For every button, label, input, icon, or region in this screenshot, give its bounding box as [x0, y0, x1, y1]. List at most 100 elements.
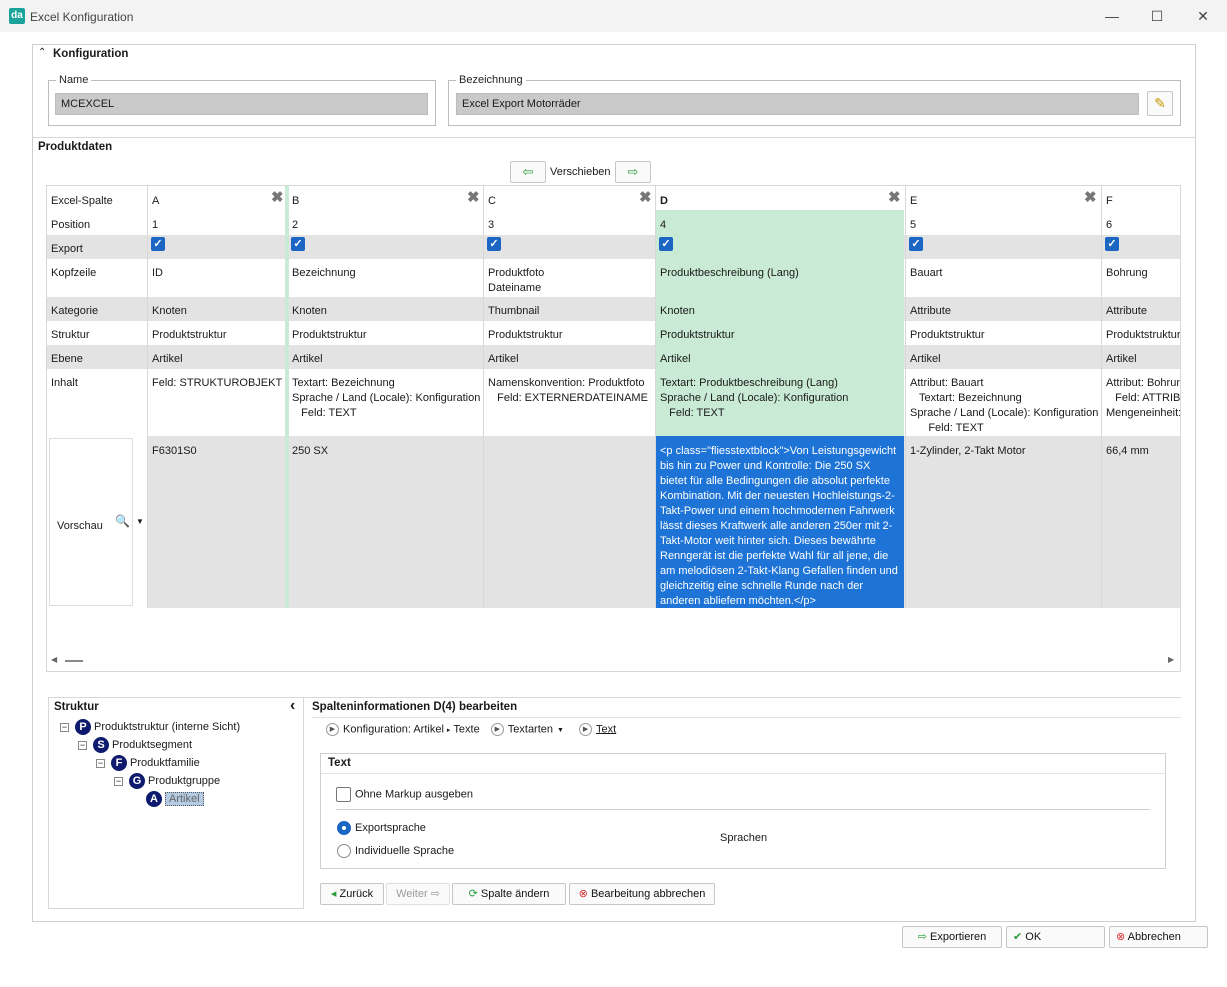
name-field[interactable]: MCEXCEL: [55, 93, 428, 115]
move-right-icon[interactable]: ⇨: [615, 161, 651, 183]
remove-column-icon[interactable]: ✖: [467, 188, 480, 206]
inhalt-cell: Feld: STRUKTUROBJEKT: [152, 377, 283, 389]
kopfzeile-cell: Bezeichnung: [292, 267, 356, 279]
spalte-aendern-button[interactable]: ⟳ Spalte ändern: [452, 883, 566, 905]
row-label-export: Export: [51, 243, 83, 255]
ebene-cell: Artikel: [660, 353, 691, 365]
export-checkbox[interactable]: ✓: [487, 237, 501, 251]
refresh-icon: ⟳: [468, 888, 478, 900]
minimize-button[interactable]: —: [1097, 6, 1127, 26]
column-letter: C: [488, 195, 496, 207]
export-checkbox[interactable]: ✓: [659, 237, 673, 251]
exportieren-button[interactable]: ⇨ Exportieren: [902, 926, 1002, 948]
breadcrumb-arrow-icon[interactable]: ▶: [490, 723, 504, 736]
divider: [336, 809, 1150, 810]
kategorie-cell: Thumbnail: [488, 305, 540, 317]
crumb-texte[interactable]: Texte: [453, 723, 479, 735]
ok-button[interactable]: ✔ OK: [1006, 926, 1105, 948]
name-legend: Name: [59, 74, 89, 86]
export-row-bg: [47, 235, 1180, 259]
kopfzeile-cell: Dateiname: [488, 282, 542, 294]
struktur-cell: Produktstruktur: [488, 329, 563, 341]
crumb-text[interactable]: Text: [596, 723, 616, 735]
remove-column-icon[interactable]: ✖: [1084, 188, 1097, 206]
kopfzeile-cell: Produktbeschreibung (Lang): [660, 267, 799, 279]
tree-node-produktfamilie[interactable]: − F Produktfamilie: [96, 755, 200, 771]
struktur-cell: Produktstruktur: [910, 329, 985, 341]
ebene-cell: Artikel: [292, 353, 323, 365]
struktur-cell: Produktstruktur: [1106, 329, 1181, 341]
row-label-position: Position: [51, 219, 91, 231]
row-label-kopfzeile: Kopfzeile: [51, 267, 97, 279]
column-separator: [147, 186, 148, 608]
sprachen-label: Sprachen: [720, 832, 768, 844]
row-label-inhalt: Inhalt: [51, 377, 78, 389]
export-checkbox[interactable]: ✓: [291, 237, 305, 251]
position-cell: 3: [488, 219, 495, 231]
zurueck-button[interactable]: ◂ Zurück: [320, 883, 384, 905]
struktur-cell: Produktstruktur: [292, 329, 367, 341]
breadcrumb: ▶ Konfiguration: Artikel ▸ Texte ▶ Textarten…: [326, 723, 616, 736]
breadcrumb-arrow-icon[interactable]: ▶: [326, 723, 339, 736]
text-box-header: [321, 754, 1165, 774]
abbrechen-button[interactable]: ⊗ Abbrechen: [1109, 926, 1208, 948]
ebene-cell: Artikel: [152, 353, 183, 365]
g-badge-icon: G: [129, 773, 145, 789]
close-window-button[interactable]: ✕: [1188, 6, 1218, 26]
app-logo: da: [9, 8, 25, 24]
maximize-button[interactable]: ☐: [1142, 6, 1172, 26]
window-title: Excel Konfiguration: [30, 10, 134, 24]
arrow-left-icon: ◂: [330, 888, 337, 900]
kopfzeile-cell: ID: [152, 267, 163, 279]
dropdown-arrow-icon[interactable]: ▼: [557, 727, 564, 734]
tree-node-produktsegment[interactable]: − S Produktsegment: [78, 737, 192, 753]
kategorie-cell: Attribute: [1106, 305, 1147, 317]
kopfzeile-cell: Bauart: [910, 267, 943, 279]
divider: [304, 697, 1181, 698]
row-label-ebene: Ebene: [51, 353, 83, 365]
exportsprache-radio[interactable]: Exportsprache: [337, 821, 426, 835]
vorschau-cell: <p class="fliesstextblock">Von Leistungs…: [660, 445, 898, 607]
column-letter: F: [1106, 195, 1113, 207]
remove-column-icon[interactable]: ✖: [888, 188, 901, 206]
export-checkbox[interactable]: ✓: [1105, 237, 1119, 251]
remove-column-icon[interactable]: ✖: [271, 188, 284, 206]
inhalt-cell: Mengeneinheit:: [1106, 407, 1181, 419]
check-circle-icon: ✔: [1013, 931, 1023, 943]
s-badge-icon: S: [93, 737, 109, 753]
kategorie-cell: Knoten: [292, 305, 327, 317]
p-badge-icon: P: [75, 719, 91, 735]
scroll-right-icon[interactable]: ▶: [1168, 655, 1174, 664]
bezeichnung-field[interactable]: Excel Export Motorräder: [456, 93, 1139, 115]
scrollbar-thumb[interactable]: [65, 660, 83, 662]
kategorie-row-bg: [47, 297, 1180, 321]
crumb-textarten[interactable]: Textarten: [508, 723, 553, 735]
search-icon[interactable]: 🔍: [115, 514, 130, 528]
collapse-left-icon[interactable]: ‹: [290, 697, 295, 715]
kategorie-cell: Attribute: [910, 305, 951, 317]
chevron-down-icon[interactable]: ▼: [136, 517, 144, 526]
crumb-konfiguration[interactable]: Konfiguration: Artikel: [343, 723, 444, 735]
weiter-button[interactable]: Weiter ⇨: [386, 883, 450, 905]
individuelle-sprache-radio[interactable]: Individuelle Sprache: [337, 844, 454, 858]
collapse-chevron-icon[interactable]: ⌃: [38, 47, 46, 58]
title-bar: [0, 0, 1227, 32]
ohne-markup-checkbox[interactable]: Ohne Markup ausgeben: [336, 787, 473, 802]
bearbeitung-abbrechen-button[interactable]: ⊗ Bearbeitung abbrechen: [569, 883, 715, 905]
move-left-icon[interactable]: ⇦: [510, 161, 546, 183]
divider: [312, 717, 1181, 718]
vorschau-cell: 66,4 mm: [1106, 445, 1149, 457]
scroll-left-icon[interactable]: ◀: [51, 655, 57, 664]
tree-node-artikel[interactable]: A Artikel: [146, 791, 204, 807]
export-checkbox[interactable]: ✓: [909, 237, 923, 251]
tree-node-produktstruktur[interactable]: − P Produktstruktur (interne Sicht): [60, 719, 240, 735]
edit-pencil-icon[interactable]: ✎: [1147, 91, 1173, 116]
remove-column-icon[interactable]: ✖: [639, 188, 652, 206]
export-checkbox[interactable]: ✓: [151, 237, 165, 251]
text-box-heading: Text: [328, 757, 351, 769]
breadcrumb-arrow-icon[interactable]: ▶: [579, 723, 593, 736]
konfiguration-heading: Konfiguration: [53, 48, 129, 60]
produktdaten-heading: Produktdaten: [38, 141, 113, 153]
ebene-cell: Artikel: [488, 353, 519, 365]
tree-node-produktgruppe[interactable]: − G Produktgruppe: [114, 773, 220, 789]
